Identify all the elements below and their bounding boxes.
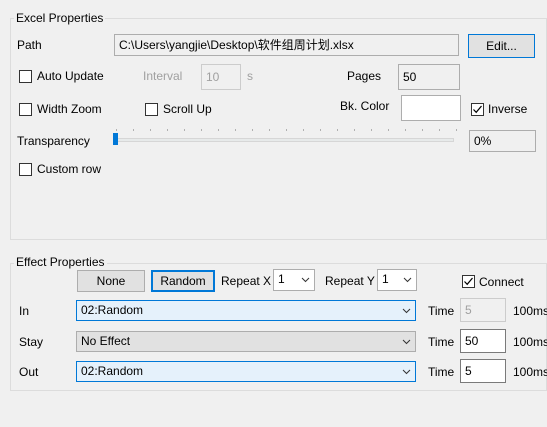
pages-label: Pages bbox=[347, 69, 382, 83]
out-effect-combo[interactable]: 02:Random bbox=[76, 361, 416, 382]
slider-tick bbox=[371, 129, 372, 131]
slider-tick bbox=[422, 129, 423, 131]
width-zoom-checkbox[interactable] bbox=[19, 103, 32, 116]
slider-tick bbox=[252, 129, 253, 131]
scroll-up-label: Scroll Up bbox=[163, 102, 212, 116]
out-time-field[interactable]: 5 bbox=[460, 359, 506, 383]
out-unit-label: 100ms bbox=[513, 365, 547, 379]
slider-tick bbox=[439, 129, 440, 131]
out-label: Out bbox=[19, 365, 39, 379]
inverse-checkbox[interactable] bbox=[471, 103, 484, 116]
chevron-down-icon bbox=[301, 270, 310, 295]
checkmark-icon bbox=[473, 105, 482, 114]
chevron-down-icon bbox=[403, 270, 412, 295]
in-label: In bbox=[19, 304, 30, 318]
excel-properties-title: Excel Properties bbox=[14, 11, 106, 25]
path-label: Path bbox=[17, 38, 42, 52]
in-time-field[interactable]: 5 bbox=[460, 298, 506, 322]
scroll-up-checkbox[interactable] bbox=[145, 103, 158, 116]
in-unit-label: 100ms bbox=[513, 304, 547, 318]
transparency-value-field: 0% bbox=[469, 130, 536, 152]
pages-field[interactable]: 50 bbox=[398, 64, 460, 90]
auto-update-checkbox[interactable] bbox=[19, 70, 32, 83]
slider-tick bbox=[286, 129, 287, 131]
bk-color-swatch[interactable] bbox=[401, 95, 461, 121]
slider-tick bbox=[388, 129, 389, 131]
slider-tick bbox=[184, 129, 185, 131]
slider-tick bbox=[133, 129, 134, 131]
repeat-x-label: Repeat X bbox=[221, 274, 272, 288]
connect-checkbox[interactable] bbox=[462, 275, 475, 288]
bk-color-label: Bk. Color bbox=[340, 99, 390, 113]
none-button[interactable]: None bbox=[77, 270, 145, 292]
stay-label: Stay bbox=[19, 335, 44, 349]
checkmark-icon bbox=[464, 277, 473, 286]
slider-tick bbox=[167, 129, 168, 131]
in-effect-combo[interactable]: 02:Random bbox=[76, 300, 416, 321]
slider-tick bbox=[269, 129, 270, 131]
repeat-y-combo[interactable]: 1 bbox=[377, 269, 417, 291]
in-time-label: Time bbox=[428, 304, 455, 318]
slider-tick bbox=[116, 129, 117, 131]
stay-unit-label: 100ms bbox=[513, 335, 547, 349]
repeat-y-label: Repeat Y bbox=[325, 274, 375, 288]
edit-button[interactable]: Edit... bbox=[468, 34, 535, 58]
transparency-slider-track[interactable] bbox=[114, 138, 454, 142]
out-time-label: Time bbox=[428, 365, 455, 379]
repeat-x-combo[interactable]: 1 bbox=[273, 269, 315, 291]
interval-label: Interval bbox=[143, 69, 183, 83]
transparency-slider-thumb[interactable] bbox=[113, 133, 118, 145]
slider-tick bbox=[303, 129, 304, 131]
custom-row-label: Custom row bbox=[37, 162, 102, 176]
path-field[interactable]: C:\Users\yangjie\Desktop\软件组周计划.xlsx bbox=[114, 34, 459, 56]
auto-update-label: Auto Update bbox=[37, 69, 104, 83]
stay-effect-combo[interactable]: No Effect bbox=[76, 331, 416, 352]
slider-tick bbox=[405, 129, 406, 131]
slider-tick bbox=[456, 129, 457, 131]
in-effect-value: 02:Random bbox=[81, 303, 144, 317]
stay-time-label: Time bbox=[428, 335, 455, 349]
stay-time-field[interactable]: 50 bbox=[460, 329, 506, 353]
effect-properties-title: Effect Properties bbox=[14, 255, 107, 269]
transparency-label: Transparency bbox=[17, 134, 90, 148]
chevron-down-icon bbox=[402, 362, 411, 387]
repeat-y-value: 1 bbox=[382, 272, 389, 286]
custom-row-checkbox[interactable] bbox=[19, 163, 32, 176]
slider-tick bbox=[218, 129, 219, 131]
slider-tick bbox=[235, 129, 236, 131]
slider-tick bbox=[201, 129, 202, 131]
repeat-x-value: 1 bbox=[278, 272, 285, 286]
out-effect-value: 02:Random bbox=[81, 364, 144, 378]
inverse-label: Inverse bbox=[488, 102, 528, 116]
slider-tick bbox=[320, 129, 321, 131]
interval-unit-label: s bbox=[247, 69, 253, 83]
stay-effect-value: No Effect bbox=[81, 334, 131, 348]
slider-tick bbox=[337, 129, 338, 131]
chevron-down-icon bbox=[402, 332, 411, 357]
chevron-down-icon bbox=[402, 301, 411, 326]
random-button[interactable]: Random bbox=[151, 270, 215, 292]
width-zoom-label: Width Zoom bbox=[37, 102, 102, 116]
connect-label: Connect bbox=[479, 275, 524, 289]
slider-tick bbox=[150, 129, 151, 131]
interval-field[interactable]: 10 bbox=[201, 64, 241, 90]
slider-tick bbox=[354, 129, 355, 131]
